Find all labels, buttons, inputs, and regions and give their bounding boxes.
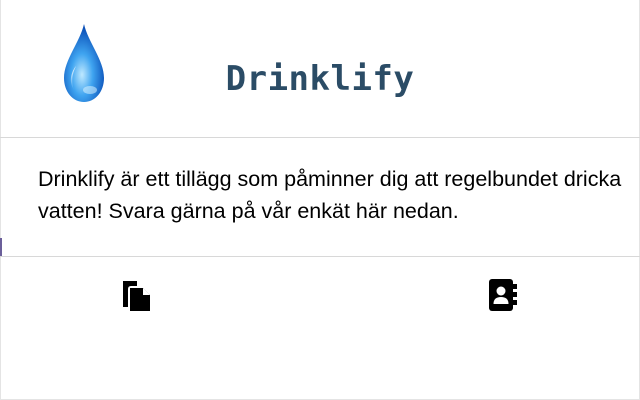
contact-button[interactable] — [484, 277, 520, 313]
window-edge-accent — [0, 238, 2, 256]
popup-header: Drinklify — [0, 0, 640, 137]
app-title: Drinklify — [225, 59, 415, 99]
header-divider — [0, 137, 640, 138]
extension-popup: Drinklify Drinklify är ett tillägg som p… — [0, 0, 640, 400]
description-text: Drinklify är ett tillägg som påminner di… — [38, 167, 622, 223]
contact-book-icon — [489, 279, 517, 311]
water-drop-icon — [56, 20, 112, 106]
popup-footer — [0, 257, 640, 399]
copy-document-icon — [123, 281, 150, 311]
survey-button[interactable] — [118, 277, 154, 313]
